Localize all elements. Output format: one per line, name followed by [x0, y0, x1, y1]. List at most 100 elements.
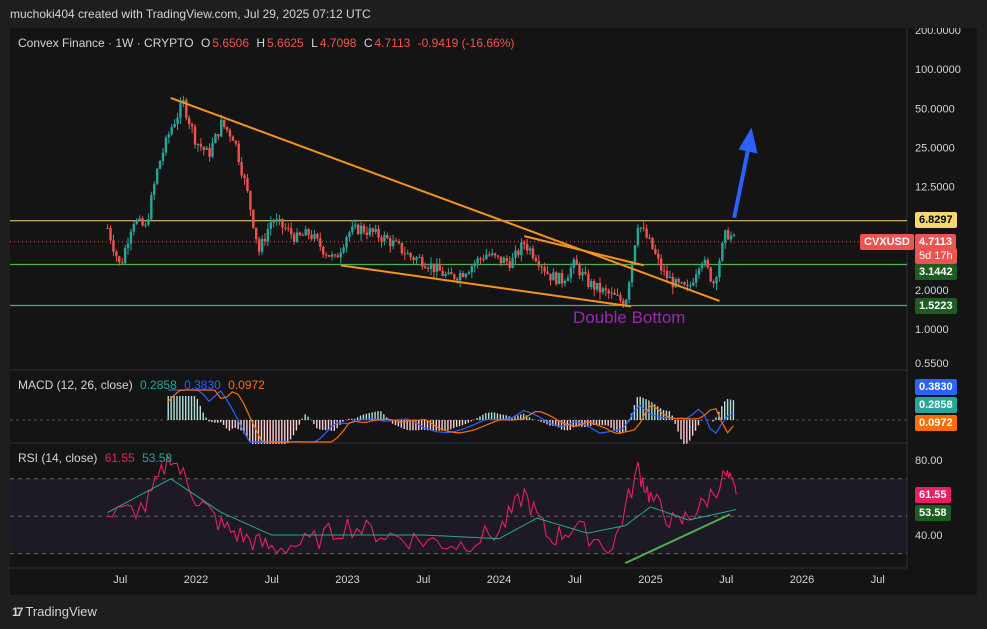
- macd-tag-signal: 0.3830: [915, 379, 957, 395]
- candle-body: [109, 228, 112, 241]
- candle-body: [441, 270, 444, 277]
- rsi-legend-value-2: 53.58: [142, 451, 173, 465]
- candle-body: [348, 232, 351, 238]
- price-legend-open: 5.6506: [212, 36, 250, 50]
- candle-body: [205, 147, 208, 150]
- candle-body: [179, 103, 182, 118]
- candle-body: [700, 263, 704, 269]
- tradingview-logo[interactable]: 17 TradingView: [12, 604, 97, 619]
- candle-body: [307, 229, 310, 235]
- candle-body: [220, 119, 223, 137]
- candle-body: [330, 254, 334, 257]
- candle-body: [397, 241, 401, 243]
- candle-body: [552, 272, 555, 281]
- candle-body: [502, 258, 506, 264]
- candle-body: [694, 274, 698, 283]
- candle-body: [587, 273, 590, 287]
- candle-body: [444, 273, 447, 277]
- time-axis-tick-label: Jul: [871, 574, 885, 586]
- candle-body: [488, 254, 491, 256]
- candle-body: [555, 272, 558, 285]
- candle-body: [540, 266, 543, 268]
- time-axis-tick-label: 2022: [184, 574, 208, 586]
- chart-frame[interactable]: 200.0000 100.0000 50.0000 25.0000 12.5000 2.0…: [10, 28, 977, 595]
- candle-body: [155, 168, 159, 184]
- candle-body: [132, 224, 136, 232]
- candle-body: [572, 259, 575, 268]
- candle-body: [613, 292, 616, 295]
- candle-body: [712, 281, 715, 284]
- candle-body: [161, 152, 165, 161]
- candle-body: [721, 242, 724, 261]
- candle-body: [380, 237, 383, 242]
- candle-body: [371, 228, 374, 232]
- candle-body: [322, 246, 325, 255]
- candle-body: [295, 232, 299, 242]
- chart-canvas[interactable]: 200.0000 100.0000 50.0000 25.0000 12.5000 2.0…: [10, 28, 977, 595]
- candle-body: [476, 258, 479, 264]
- candle-body: [648, 237, 651, 239]
- candle-body: [491, 253, 494, 256]
- candle-body: [531, 248, 535, 258]
- time-axis-tick-label: Jul: [113, 574, 127, 586]
- candle-body: [590, 281, 593, 287]
- candle-body: [153, 183, 156, 195]
- trendline-3: [524, 235, 644, 267]
- double-bottom-annotation: Double Bottom: [573, 308, 686, 327]
- candle-body: [214, 134, 217, 144]
- candle-body: [619, 295, 622, 301]
- candle-body: [493, 253, 497, 256]
- candle-body: [479, 258, 482, 260]
- rsi-tag-rsi: 61.55: [915, 487, 951, 503]
- breakout-arrow-shaft: [732, 147, 751, 219]
- candle-body: [289, 228, 293, 235]
- price-legend-low: 4.7098: [319, 36, 357, 50]
- candle-body: [499, 256, 503, 264]
- rsi-legend-value-1: 61.55: [104, 451, 135, 465]
- resistance-price-tag: 6.8297: [915, 212, 957, 228]
- candle-body: [173, 123, 176, 128]
- candle-body: [234, 140, 238, 144]
- candle-body: [237, 143, 240, 163]
- candle-body: [689, 285, 692, 287]
- candle-body: [202, 146, 205, 150]
- candle-body: [665, 270, 669, 278]
- candle-body: [316, 233, 319, 239]
- price-legend-symbol: Convex Finance · 1W · CRYPTO: [18, 36, 194, 50]
- price-legend-high-label: H: [256, 36, 266, 50]
- candle-body: [423, 266, 427, 269]
- candle-body: [374, 228, 377, 232]
- candle-body: [164, 137, 168, 153]
- credit-text: muchoki404 created with TradingView.com,…: [10, 7, 371, 21]
- candle-body: [662, 270, 666, 272]
- candle-body: [482, 258, 485, 260]
- candle-body: [150, 194, 153, 220]
- candle-body: [362, 225, 366, 233]
- candle-body: [543, 267, 546, 272]
- candle-body: [412, 257, 415, 261]
- candle-body: [511, 257, 514, 268]
- candle-body: [310, 234, 313, 239]
- price-axis-tick-label: 12.5000: [915, 182, 955, 194]
- time-axis-tick-label: Jul: [568, 574, 582, 586]
- candle-body: [167, 134, 171, 138]
- countdown-tag: 5d 17h: [915, 248, 957, 264]
- candle-body: [686, 284, 689, 286]
- candle-body: [683, 282, 686, 285]
- price-legend-low-label: L: [311, 36, 318, 50]
- candle-body: [496, 255, 500, 257]
- candle-body: [228, 130, 232, 137]
- candle-body: [677, 278, 680, 283]
- candle-body: [246, 178, 249, 192]
- candle-body: [260, 238, 264, 252]
- candle-body: [729, 235, 733, 240]
- candle-body: [447, 272, 450, 274]
- candle-body: [389, 238, 392, 247]
- candle-body: [222, 119, 226, 127]
- price-legend-high: 5.6625: [267, 36, 304, 50]
- candle-body: [415, 257, 418, 261]
- price-legend-close-label: C: [363, 36, 373, 50]
- candle-body: [342, 247, 345, 253]
- rsi-axis-tick-label: 80.00: [915, 455, 943, 467]
- support2-price-tag: 1.5223: [915, 298, 957, 314]
